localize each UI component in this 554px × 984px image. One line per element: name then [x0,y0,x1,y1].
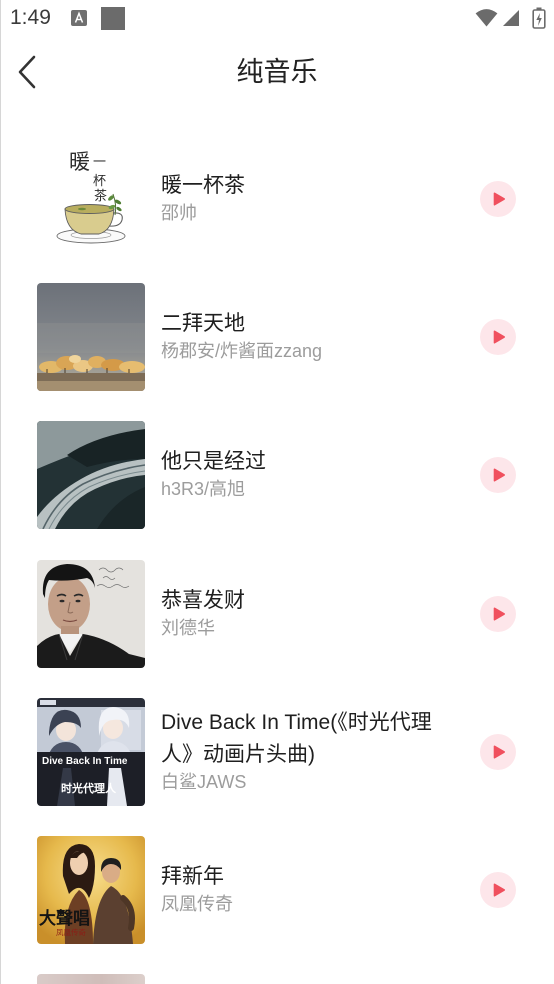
cellular-signal-icon [502,9,520,27]
signal-triangle [503,10,519,26]
foreground [37,381,145,392]
album-cover: Dive Back In Time 时光代理人 [37,697,145,806]
battery-charging-icon [532,7,546,29]
play-button[interactable] [480,319,516,356]
album-cover: 大聲唱 凤凰传奇 [37,835,145,944]
song-title: Dive Back In Time(《时光代理人》动画片头曲) [161,710,432,766]
play-icon [480,457,516,494]
song-info: 暖一杯茶 邵帅 [161,170,433,224]
wifi-fan [475,9,498,27]
cover-lettering: 杯 [93,174,106,189]
song-title: 二拜天地 [161,312,245,336]
album-cover [37,559,145,668]
album-cover [37,421,145,530]
tree-canopy [69,355,81,364]
cover-lettering: 大聲唱 [39,908,90,929]
face [48,576,90,631]
text-a-icon-graphic [71,10,87,26]
cover-lettering: 一 [93,155,106,170]
song-list-item[interactable]: 暖 一 杯 茶 暖一杯茶 邵帅 [0,130,554,268]
notification-square-icon [101,7,125,30]
song-list-item[interactable]: Dive Back In Time 时光代理人 Dive Back In Tim… [0,683,554,821]
status-bar: 1:49 [0,0,554,36]
page-title: 纯音乐 [236,57,318,87]
song-title: 恭喜发财 [161,588,245,612]
album-cover [37,283,145,392]
song-artist: h3R3/高旭 [161,479,246,500]
song-artist: 邵帅 [161,203,197,224]
play-icon [480,319,516,356]
glacier-cover-art [37,421,145,530]
song-artist: 刘德华 [161,617,215,638]
song-artist: 凤凰传奇 [161,894,233,915]
song-list-item[interactable]: 他只是经过 h3R3/高旭 [0,406,554,544]
tea-surface [64,204,115,214]
eye [59,599,65,602]
song-list-item[interactable]: 大聲唱 凤凰传奇 拜新年 凤凰传奇 [0,821,554,959]
song-title: 暖一杯茶 [161,174,245,198]
app-header: 纯音乐 [0,36,554,108]
label-logo [40,699,56,705]
song-list-item[interactable]: 二拜天地 杨郡安/炸酱面zzang [0,268,554,406]
duo-poster-cover-art: 大聲唱 凤凰传奇 [37,835,145,944]
status-time: 1:49 [10,6,51,29]
song-artist: 白鲨JAWS [161,771,247,792]
battery-icon-graphic [532,7,546,29]
cover-lettering: Dive Back In Time [42,756,128,767]
lightning-bolt [536,13,542,26]
album-cover: 暖 一 杯 茶 [37,145,145,253]
play-button[interactable] [480,733,516,770]
haze [37,323,145,354]
cover-lettering: 凤凰传奇 [56,927,86,937]
song-title: 他只是经过 [161,450,266,474]
play-button[interactable] [480,457,516,494]
play-icon [480,733,516,770]
song-list-item[interactable]: 恭喜发财 刘德华 [0,545,554,683]
play-icon [480,872,516,909]
song-info: 拜新年 凤凰传奇 [161,861,433,915]
floating-tea-leaf [78,207,86,211]
play-button[interactable] [480,872,516,909]
song-info: 二拜天地 杨郡安/炸酱面zzang [161,308,433,362]
play-button[interactable] [480,181,516,218]
anime-cover-art: Dive Back In Time 时光代理人 [37,697,145,806]
play-icon [480,595,516,632]
song-info: Dive Back In Time(《时光代理人》动画片头曲) 白鲨JAWS [161,707,433,793]
cover-lettering: 时光代理人 [61,781,117,795]
cover-lettering: 暖 [69,150,90,174]
song-list: 暖 一 杯 茶 暖一杯茶 邵帅 二拜天地 杨郡安/炸酱面zzang 他只是经过 … [0,130,554,959]
signal-icon-graphic [503,10,519,26]
eye [75,599,81,602]
play-icon [480,181,516,218]
song-info: 恭喜发财 刘德华 [161,585,433,639]
portrait-cover-art [37,559,145,668]
wifi-icon-graphic [475,9,498,27]
song-title: 拜新年 [161,865,224,889]
cover-lettering: 茶 [94,188,107,204]
text-a-icon [71,10,87,26]
tea-cover-art: 暖 一 杯 茶 [37,145,145,253]
song-info: 他只是经过 h3R3/高旭 [161,446,433,500]
wifi-icon [475,8,498,27]
play-button[interactable] [480,595,516,632]
golden-trees-cover-art [37,283,145,392]
song-artist: 杨郡安/炸酱面zzang [161,341,323,362]
tree-canopy [119,361,145,374]
album-cover-partial[interactable] [37,974,145,984]
